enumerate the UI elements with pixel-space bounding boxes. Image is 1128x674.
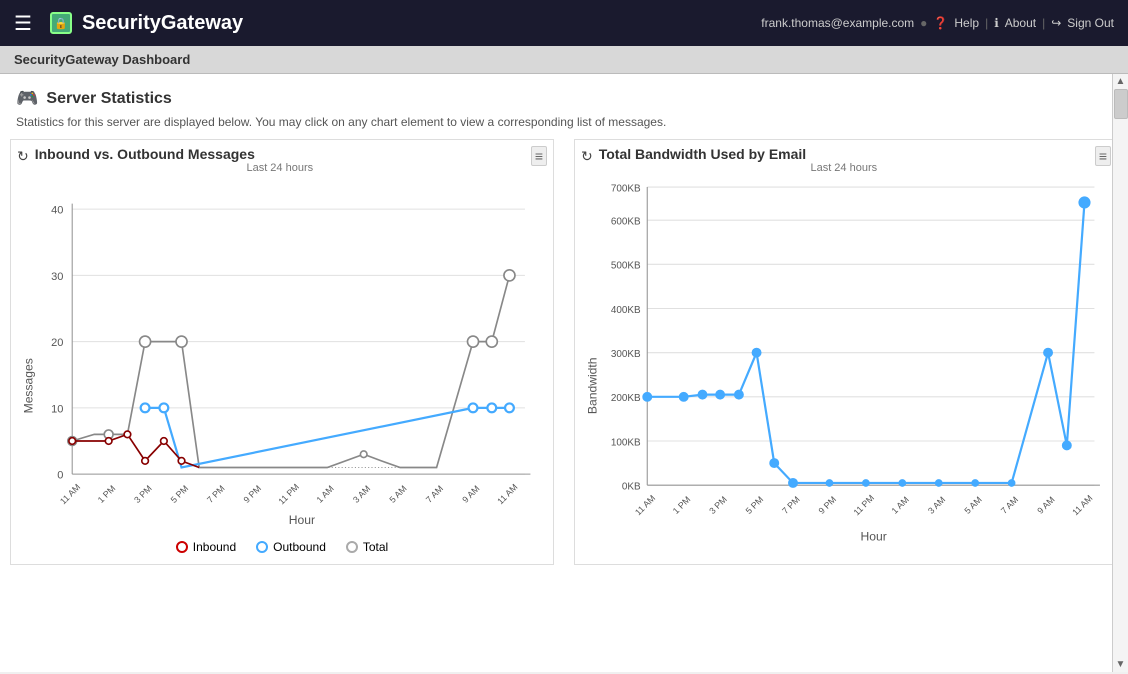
help-icon: ❓ <box>933 16 948 30</box>
about-icon: ℹ <box>994 16 999 30</box>
chart2-wrap[interactable]: Bandwidth 0KB 100KB 200KB 300KB 400KB 5 <box>581 176 1111 554</box>
charts-area: ↻ Inbound vs. Outbound Messages Last 24 … <box>0 139 1128 575</box>
svg-text:3 PM: 3 PM <box>132 483 154 505</box>
chart2-title: Total Bandwidth Used by Email <box>599 146 1089 162</box>
svg-text:400KB: 400KB <box>611 305 641 316</box>
scrollbar[interactable]: ▲ ▼ <box>1112 74 1128 672</box>
svg-text:30: 30 <box>51 271 63 283</box>
scroll-up-arrow[interactable]: ▲ <box>1113 74 1128 89</box>
svg-text:Hour: Hour <box>860 529 886 543</box>
svg-text:11 AM: 11 AM <box>495 482 519 506</box>
header-right: frank.thomas@example.com ● ❓ Help | ℹ Ab… <box>761 16 1114 30</box>
svg-text:7 AM: 7 AM <box>424 483 445 504</box>
logo-icon: 🔒 <box>50 12 72 34</box>
svg-text:1 PM: 1 PM <box>671 494 693 516</box>
legend-inbound: Inbound <box>176 540 236 554</box>
svg-text:1 AM: 1 AM <box>890 494 911 515</box>
chart2-refresh-icon[interactable]: ↻ <box>581 148 593 165</box>
svg-text:11 AM: 11 AM <box>58 482 82 506</box>
chart1-title-text: Inbound vs. Outbound Messages Last 24 ho… <box>35 146 525 174</box>
chart1-container: ↻ Inbound vs. Outbound Messages Last 24 … <box>10 139 554 565</box>
svg-text:Messages: Messages <box>21 358 35 413</box>
svg-text:40: 40 <box>51 205 63 217</box>
logo: SecurityGateway <box>82 12 751 35</box>
svg-text:500KB: 500KB <box>611 261 641 272</box>
svg-text:Bandwidth: Bandwidth <box>585 357 599 414</box>
user-email: frank.thomas@example.com <box>761 16 914 30</box>
logo-gateway: Gateway <box>161 12 243 34</box>
chart2-title-row: ↻ Total Bandwidth Used by Email Last 24 … <box>581 146 1111 174</box>
svg-text:5 PM: 5 PM <box>744 494 766 516</box>
total-legend-circle <box>346 541 358 553</box>
svg-text:5 AM: 5 AM <box>387 483 408 504</box>
svg-text:9 AM: 9 AM <box>1035 494 1056 515</box>
svg-text:7 AM: 7 AM <box>999 494 1020 515</box>
stats-icon: 🎮 <box>16 88 38 109</box>
section-desc: Statistics for this server are displayed… <box>0 113 1128 139</box>
svg-text:1 PM: 1 PM <box>96 483 118 505</box>
svg-text:3 AM: 3 AM <box>351 483 372 504</box>
total-label: Total <box>363 540 388 554</box>
svg-text:200KB: 200KB <box>611 393 641 404</box>
chart1-refresh-icon[interactable]: ↻ <box>17 148 29 165</box>
about-link[interactable]: About <box>1005 16 1036 30</box>
legend-outbound: Outbound <box>256 540 326 554</box>
hamburger-icon[interactable]: ☰ <box>14 11 32 36</box>
svg-text:9 PM: 9 PM <box>241 483 263 505</box>
svg-text:11 PM: 11 PM <box>851 493 876 518</box>
signout-icon: ↪ <box>1051 16 1061 30</box>
svg-text:0: 0 <box>57 470 63 482</box>
chart2-container: ↻ Total Bandwidth Used by Email Last 24 … <box>574 139 1118 565</box>
svg-text:700KB: 700KB <box>611 183 641 194</box>
svg-text:10: 10 <box>51 403 63 415</box>
svg-text:5 PM: 5 PM <box>169 483 191 505</box>
svg-text:3 AM: 3 AM <box>926 494 947 515</box>
chart1-subtitle: Last 24 hours <box>35 162 525 174</box>
svg-text:5 AM: 5 AM <box>962 494 983 515</box>
scroll-down-arrow[interactable]: ▼ <box>1113 657 1128 672</box>
chart2-title-text: Total Bandwidth Used by Email Last 24 ho… <box>599 146 1089 174</box>
chart1-title: Inbound vs. Outbound Messages <box>35 146 525 162</box>
chart2-svg: Bandwidth 0KB 100KB 200KB 300KB 400KB 5 <box>581 176 1111 551</box>
svg-text:7 PM: 7 PM <box>205 483 227 505</box>
signout-link[interactable]: Sign Out <box>1067 16 1114 30</box>
svg-text:9 AM: 9 AM <box>460 483 481 504</box>
header: ☰ 🔒 SecurityGateway frank.thomas@example… <box>0 0 1128 46</box>
main-content: 🎮 Server Statistics Statistics for this … <box>0 74 1128 672</box>
chart1-wrap[interactable]: Messages 0 10 20 30 40 <box>17 176 547 532</box>
svg-text:7 PM: 7 PM <box>780 494 802 516</box>
svg-text:3 PM: 3 PM <box>707 494 729 516</box>
svg-text:600KB: 600KB <box>611 217 641 228</box>
breadcrumb: SecurityGateway Dashboard <box>0 46 1128 74</box>
svg-text:11 PM: 11 PM <box>276 482 301 507</box>
breadcrumb-title: SecurityGateway Dashboard <box>14 52 190 67</box>
inbound-label: Inbound <box>193 540 236 554</box>
chart1-legend: Inbound Outbound Total <box>17 532 547 558</box>
section-header: 🎮 Server Statistics <box>0 74 1128 113</box>
svg-text:100KB: 100KB <box>611 437 641 448</box>
logo-security: Security <box>82 12 161 34</box>
svg-text:Hour: Hour <box>289 513 315 527</box>
svg-text:0KB: 0KB <box>622 482 641 493</box>
svg-text:11 AM: 11 AM <box>633 493 657 517</box>
chart1-svg: Messages 0 10 20 30 40 <box>17 176 547 529</box>
chart2-menu-icon[interactable]: ≡ <box>1095 146 1111 166</box>
svg-text:300KB: 300KB <box>611 349 641 360</box>
legend-total: Total <box>346 540 388 554</box>
scrollbar-thumb[interactable] <box>1114 89 1128 119</box>
section-title: Server Statistics <box>46 90 171 108</box>
chart2-subtitle: Last 24 hours <box>599 162 1089 174</box>
svg-text:1 AM: 1 AM <box>314 483 335 504</box>
outbound-legend-circle <box>256 541 268 553</box>
chart1-title-row: ↻ Inbound vs. Outbound Messages Last 24 … <box>17 146 547 174</box>
svg-text:11 AM: 11 AM <box>1070 493 1094 517</box>
svg-text:9 PM: 9 PM <box>816 494 838 516</box>
inbound-legend-circle <box>176 541 188 553</box>
chart1-menu-icon[interactable]: ≡ <box>531 146 547 166</box>
help-link[interactable]: Help <box>954 16 979 30</box>
svg-text:20: 20 <box>51 337 63 349</box>
outbound-label: Outbound <box>273 540 326 554</box>
